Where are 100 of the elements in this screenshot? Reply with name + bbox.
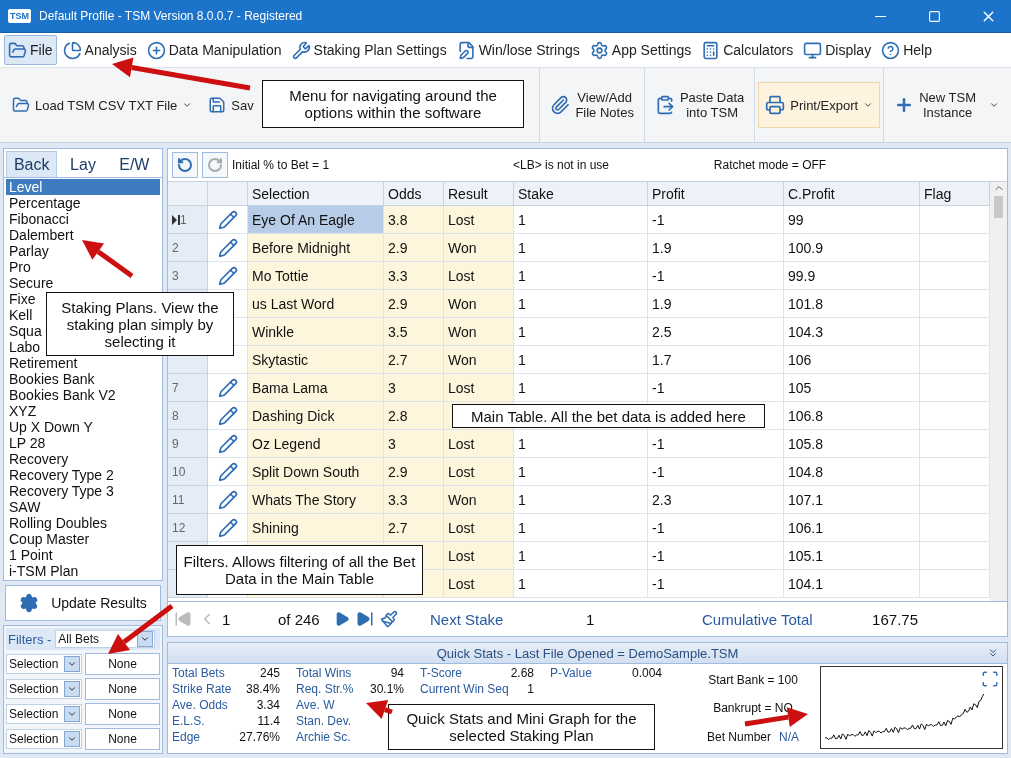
staking-plan-item[interactable]: Recovery Type 3 xyxy=(6,483,116,499)
column-header[interactable]: Profit xyxy=(648,182,784,206)
filter-value-field[interactable]: None xyxy=(85,703,160,725)
table-cell: Lost xyxy=(444,262,514,290)
table-cell: Eye Of An Eagle xyxy=(248,206,384,234)
staking-plan-item[interactable]: XYZ xyxy=(6,403,39,419)
expand-icon[interactable] xyxy=(981,670,999,688)
menu-tab[interactable]: Analysis xyxy=(58,35,141,65)
settings-icon xyxy=(589,40,609,60)
staking-plan-item[interactable]: Retirement xyxy=(6,355,80,371)
toolbar-button[interactable]: New TSM Instance xyxy=(887,82,1006,128)
table-cell: 1 xyxy=(514,346,648,374)
filter-field-dropdown[interactable]: Selection xyxy=(6,679,82,699)
table-cell: 101.8 xyxy=(784,290,920,318)
table-cell xyxy=(920,346,990,374)
toolbar-button[interactable]: Print/Export xyxy=(758,82,881,128)
column-header[interactable]: Stake xyxy=(514,182,648,206)
staking-plan-item[interactable]: Bookies Bank xyxy=(6,371,97,387)
menu-tab[interactable]: Data Manipulation xyxy=(142,35,286,65)
column-header[interactable]: Selection xyxy=(248,182,384,206)
staking-plan-item[interactable]: Parlay xyxy=(6,243,51,259)
page-number[interactable]: 1 xyxy=(222,610,272,628)
pencil-icon[interactable] xyxy=(217,209,238,230)
row-number: 9 xyxy=(172,436,179,451)
staking-plan-item[interactable]: Dalembert xyxy=(6,227,76,243)
pencil-icon[interactable] xyxy=(217,433,238,454)
staking-plan-item[interactable]: Rolling Doubles xyxy=(6,515,110,531)
staking-plan-item[interactable]: Secure xyxy=(6,275,56,291)
table-cell: -1 xyxy=(648,262,784,290)
toolbar-button[interactable]: View/Add File Notes xyxy=(543,82,641,128)
menu-tab[interactable]: App Settings xyxy=(585,35,696,65)
staking-plan-item[interactable]: Bookies Bank V2 xyxy=(6,387,118,403)
caret-icon xyxy=(182,100,193,110)
pencil-icon[interactable] xyxy=(217,405,238,426)
column-header[interactable]: Flag xyxy=(920,182,990,206)
table-cell: 1 xyxy=(514,514,648,542)
table-cell: 3.5 xyxy=(384,318,444,346)
staking-plan-item[interactable]: 1 Point xyxy=(6,547,55,563)
staking-plan-item[interactable]: Up X Down Y xyxy=(6,419,95,435)
redo-icon xyxy=(207,157,223,173)
staking-plan-item[interactable]: Recovery xyxy=(6,451,71,467)
menu-tab[interactable]: Display xyxy=(799,35,876,65)
menu-tab[interactable]: Calculators xyxy=(697,35,798,65)
scrollbar-thumb[interactable] xyxy=(994,196,1003,218)
caret-icon xyxy=(67,709,77,719)
column-header[interactable]: Result xyxy=(444,182,514,206)
staking-plan-item[interactable]: LP 28 xyxy=(6,435,48,451)
stat-label: Ave. W xyxy=(296,698,335,714)
staking-plan-item[interactable]: Recovery Type 2 xyxy=(6,467,116,483)
scrollbar[interactable] xyxy=(990,182,1007,601)
pencil-icon[interactable] xyxy=(217,517,238,538)
staking-plan-item[interactable]: Fibonacci xyxy=(6,211,71,227)
table-cell: Whats The Story xyxy=(248,486,384,514)
column-header[interactable]: C.Profit xyxy=(784,182,920,206)
staking-plan-item[interactable]: Squa xyxy=(6,323,44,339)
table-cell: 3 xyxy=(384,430,444,458)
filter-value-field[interactable]: None xyxy=(85,728,160,750)
filter-value-field[interactable]: None xyxy=(85,653,160,675)
collapse-icon[interactable] xyxy=(987,647,999,659)
staking-plan-item[interactable]: i-TSM Plan xyxy=(6,563,81,579)
staking-plan-item[interactable]: Percentage xyxy=(6,195,83,211)
menu-tab[interactable]: Win/lose Strings xyxy=(452,35,584,65)
staking-plan-item[interactable]: SAW xyxy=(6,499,43,515)
toolbar-button[interactable]: Paste Data into TSM xyxy=(647,82,752,128)
plan-tab[interactable]: Back xyxy=(6,151,58,177)
table-cell: Won xyxy=(444,318,514,346)
staking-plan-item[interactable]: Fixe xyxy=(6,291,38,307)
pencil-icon[interactable] xyxy=(217,237,238,258)
staking-plan-item[interactable]: Kell xyxy=(6,307,35,323)
pencil-icon[interactable] xyxy=(217,461,238,482)
table-cell: 105 xyxy=(784,374,920,402)
table-cell: 1.9 xyxy=(648,290,784,318)
toolbar-button[interactable]: Load TSM CSV TXT File xyxy=(5,82,200,128)
column-header[interactable]: Odds xyxy=(384,182,444,206)
staking-plan-item[interactable]: Pro xyxy=(6,259,33,275)
callout-note: Menu for navigating around the options within the software xyxy=(262,80,524,128)
brush-icon[interactable] xyxy=(380,610,398,628)
filter-field-dropdown[interactable]: Selection xyxy=(6,729,82,749)
table-cell: -1 xyxy=(648,374,784,402)
filter-value-field[interactable]: None xyxy=(85,678,160,700)
filter-field-dropdown[interactable]: Selection xyxy=(6,704,82,724)
next-page-icon[interactable] xyxy=(334,611,350,627)
staking-plan-item[interactable]: Coup Master xyxy=(6,531,92,547)
filter-field-dropdown[interactable]: Selection xyxy=(6,654,82,674)
last-page-icon[interactable] xyxy=(356,610,374,628)
update-results-button[interactable]: Update Results xyxy=(5,585,161,621)
menu-tab[interactable]: Help xyxy=(877,35,936,65)
initial-bet-text: Initial % to Bet = 1 xyxy=(232,158,331,172)
menu-tab[interactable]: Staking Plan Settings xyxy=(287,35,451,65)
menu-tab[interactable]: File xyxy=(4,35,57,65)
undo-button[interactable] xyxy=(172,152,198,178)
pencil-icon[interactable] xyxy=(217,265,238,286)
pencil-icon[interactable] xyxy=(217,377,238,398)
quick-stats-title: Quick Stats - Last File Opened = DemoSample.TSM xyxy=(436,645,739,661)
start-bank-text: Start Bank = 100 xyxy=(708,673,798,688)
staking-plan-item[interactable]: Level xyxy=(6,179,160,195)
table-cell: -1 xyxy=(648,458,784,486)
pencil-icon[interactable] xyxy=(217,489,238,510)
staking-plan-item[interactable]: Labo xyxy=(6,339,43,355)
toolbar-button[interactable]: Sav xyxy=(201,82,261,128)
